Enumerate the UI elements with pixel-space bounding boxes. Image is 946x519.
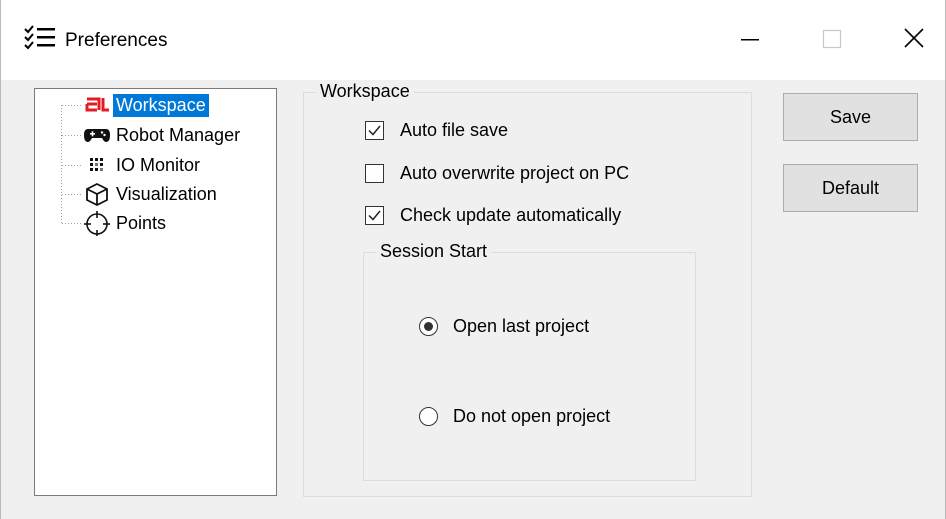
preferences-window: Preferences Workspace Robot Manager IO M… [0, 0, 946, 519]
checkbox-box[interactable] [365, 121, 384, 140]
maximize-button[interactable] [801, 16, 861, 62]
checkmark-icon [368, 210, 381, 221]
category-tree[interactable]: Workspace Robot Manager IO Monitor Visua… [34, 88, 277, 496]
title-bar[interactable]: Preferences [1, 0, 945, 80]
window-title: Preferences [65, 30, 168, 51]
checkbox-label: Auto file save [400, 120, 509, 140]
close-button[interactable] [885, 16, 945, 62]
tree-item-workspace[interactable]: Workspace [35, 92, 278, 120]
workspace-legend: Workspace [316, 81, 414, 102]
tree-item-label: Visualization [116, 184, 217, 204]
session-start-legend: Session Start [376, 241, 492, 262]
maximize-icon [822, 29, 842, 49]
close-icon [904, 28, 924, 48]
tree-item-label: IO Monitor [116, 155, 201, 175]
minimize-button[interactable] [719, 16, 779, 62]
tree-item-label: Robot Manager [116, 125, 241, 145]
checkbox-label: Check update automatically [400, 205, 622, 225]
radio-circle[interactable] [419, 407, 438, 426]
tree-item-label: Workspace [113, 94, 209, 117]
default-button[interactable]: Default [783, 164, 918, 212]
radio-selected-dot [424, 322, 433, 331]
tree-item-visualization[interactable]: Visualization [35, 181, 278, 209]
workspace-logo-icon [85, 97, 109, 112]
checkbox-box[interactable] [365, 164, 384, 183]
tree-item-robot-manager[interactable]: Robot Manager [35, 122, 278, 150]
io-grid-icon [90, 158, 103, 171]
minimize-icon [741, 39, 759, 41]
save-button[interactable]: Save [783, 93, 918, 141]
cube-icon [86, 182, 108, 207]
radio-label: Do not open project [453, 406, 611, 426]
list-settings-icon [24, 25, 55, 50]
gamepad-icon [84, 129, 110, 142]
radio-circle[interactable] [419, 317, 438, 336]
crosshair-icon [84, 211, 110, 236]
checkmark-icon [368, 125, 381, 136]
checkbox-box[interactable] [365, 206, 384, 225]
tree-item-points[interactable]: Points [35, 210, 278, 238]
session-start-groupbox: Session Start [363, 241, 696, 481]
checkbox-label: Auto overwrite project on PC [400, 163, 630, 183]
tree-item-label: Points [116, 213, 167, 233]
tree-item-io-monitor[interactable]: IO Monitor [35, 152, 278, 180]
radio-label: Open last project [453, 316, 590, 336]
